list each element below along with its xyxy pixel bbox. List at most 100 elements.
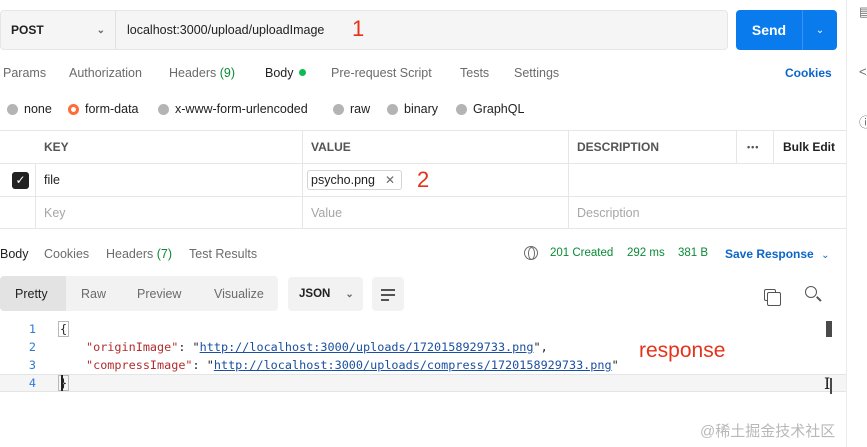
tab-pre-request-script[interactable]: Pre-request Script (331, 66, 432, 80)
annotation-response: response (639, 339, 726, 362)
format-label: JSON (299, 288, 331, 300)
line-number: 2 (28, 340, 36, 354)
file-name: psycho.png (311, 173, 375, 187)
json-trail: , (540, 340, 548, 354)
table-row-empty: Key Value Description (0, 196, 846, 229)
copy-icon[interactable] (764, 289, 781, 306)
json-key: "originImage" (86, 340, 179, 354)
radio-raw-circle[interactable] (333, 103, 344, 115)
code-line-active: 4 } (0, 374, 846, 392)
column-divider (568, 164, 569, 196)
tab-settings-label: Settings (514, 66, 560, 80)
radio-urlencoded[interactable]: x-www-form-urlencoded (158, 102, 308, 116)
chevron-down-icon: ⌄ (345, 288, 354, 300)
view-pretty[interactable]: Pretty (0, 276, 66, 311)
documentation-icon[interactable]: ▤ (859, 4, 867, 20)
bulk-edit-button[interactable]: Bulk Edit (774, 131, 835, 163)
radio-form-data[interactable]: form-data (68, 102, 139, 116)
tab-body[interactable]: Body (265, 66, 306, 80)
radio-binary[interactable]: binary (387, 102, 438, 116)
radio-graphql[interactable]: GraphQL (456, 102, 524, 116)
view-mode-tabs: Pretty Raw Preview Visualize (0, 276, 278, 311)
cookies-link[interactable]: Cookies (785, 66, 832, 80)
watermark: @稀土掘金技术社区 (700, 423, 836, 440)
view-raw[interactable]: Raw (81, 276, 106, 311)
radio-graphql-label: GraphQL (473, 102, 525, 116)
radio-raw[interactable]: raw (333, 102, 370, 116)
header-value: VALUE (311, 140, 351, 154)
tab-tests-label: Tests (460, 66, 490, 80)
description-input[interactable]: Description (568, 197, 640, 228)
text-caret (61, 375, 63, 391)
view-visualize[interactable]: Visualize (214, 276, 264, 311)
radio-none-label: none (24, 102, 52, 116)
table-row: ✓ file psycho.png ✕ 2 (0, 163, 846, 196)
tab-authorization[interactable]: Authorization (69, 66, 142, 80)
method-select[interactable]: POST ⌄ (1, 11, 116, 49)
send-label: Send (751, 22, 787, 38)
info-icon[interactable]: ⓘ (859, 112, 867, 131)
code-line-text: "originImage": "http://localhost:3000/up… (86, 340, 548, 354)
column-divider (302, 164, 303, 196)
radio-graphql-circle[interactable] (456, 103, 467, 115)
chevron-down-icon: ⌄ (821, 250, 830, 261)
globe-icon[interactable] (524, 246, 538, 260)
row-enabled-checkbox[interactable]: ✓ (12, 172, 29, 189)
remove-file-icon[interactable]: ✕ (385, 173, 395, 187)
radio-form-data-circle[interactable] (68, 103, 79, 115)
response-tab-headers-label: Headers (106, 247, 154, 261)
response-tab-test-results[interactable]: Test Results (189, 247, 257, 261)
search-icon[interactable] (805, 286, 817, 298)
key-input[interactable]: Key (35, 197, 66, 228)
annotation-1: 1 (352, 16, 365, 41)
format-select[interactable]: JSON ⌄ (288, 277, 363, 311)
tab-params[interactable]: Params (3, 66, 46, 80)
line-number: 3 (28, 358, 36, 372)
tab-body-label: Body (265, 66, 294, 80)
tab-tests[interactable]: Tests (460, 66, 489, 80)
save-response-label: Save Response (725, 247, 814, 261)
send-button[interactable]: Send ⌄ (736, 10, 837, 50)
url-text: localhost:3000/upload/uploadImage (127, 23, 325, 37)
view-preview[interactable]: Preview (137, 276, 181, 311)
radio-none-circle[interactable] (7, 103, 18, 115)
file-chip[interactable]: psycho.png ✕ (307, 170, 402, 190)
radio-none[interactable]: none (7, 102, 52, 116)
chevron-down-icon: ⌄ (96, 24, 105, 36)
response-tab-cookies[interactable]: Cookies (44, 247, 89, 261)
response-tab-headers[interactable]: Headers (7) (106, 247, 172, 261)
json-link[interactable]: http://localhost:3000/uploads/1720158929… (200, 340, 534, 354)
open-brace: { (58, 321, 70, 337)
text-cursor-icon: I (824, 374, 831, 393)
status-code: 201 Created (550, 247, 614, 259)
editor-scrollbar-thumb[interactable] (826, 321, 832, 337)
body-indicator-dot (298, 69, 306, 76)
right-sidebar-rail: ▤ </ ⓘ (846, 0, 867, 447)
code-line: 1 { (0, 320, 846, 338)
wrap-lines-button[interactable] (372, 277, 404, 311)
send-options-chevron-icon[interactable]: ⌄ (803, 25, 837, 36)
column-divider (736, 131, 737, 163)
tab-headers[interactable]: Headers (9) (169, 66, 235, 80)
row-key-field[interactable]: file (35, 164, 60, 196)
wrap-icon-line (381, 294, 395, 296)
save-response-button[interactable]: Save Response ⌄ (725, 247, 829, 261)
tab-headers-count: (9) (219, 66, 236, 80)
close-brace: } (58, 375, 70, 391)
tab-authorization-label: Authorization (69, 66, 142, 80)
table-header-row: KEY VALUE DESCRIPTION ••• Bulk Edit (0, 130, 846, 163)
tab-settings[interactable]: Settings (514, 66, 559, 80)
response-tab-body[interactable]: Body (0, 247, 29, 261)
response-size: 381 B (678, 247, 709, 259)
tab-pre-request-script-label: Pre-request Script (331, 66, 432, 80)
radio-urlencoded-circle[interactable] (158, 103, 169, 115)
more-options-icon[interactable]: ••• (738, 131, 759, 163)
url-input[interactable]: localhost:3000/upload/uploadImage 1 (116, 11, 727, 49)
value-input[interactable]: Value (302, 197, 342, 228)
tab-headers-label: Headers (169, 66, 217, 80)
request-bar: POST ⌄ localhost:3000/upload/uploadImage… (0, 10, 728, 50)
radio-binary-circle[interactable] (387, 103, 398, 115)
header-key: KEY (44, 140, 69, 154)
code-icon[interactable]: </ (859, 64, 867, 79)
json-link[interactable]: http://localhost:3000/uploads/compress/1… (214, 358, 612, 372)
